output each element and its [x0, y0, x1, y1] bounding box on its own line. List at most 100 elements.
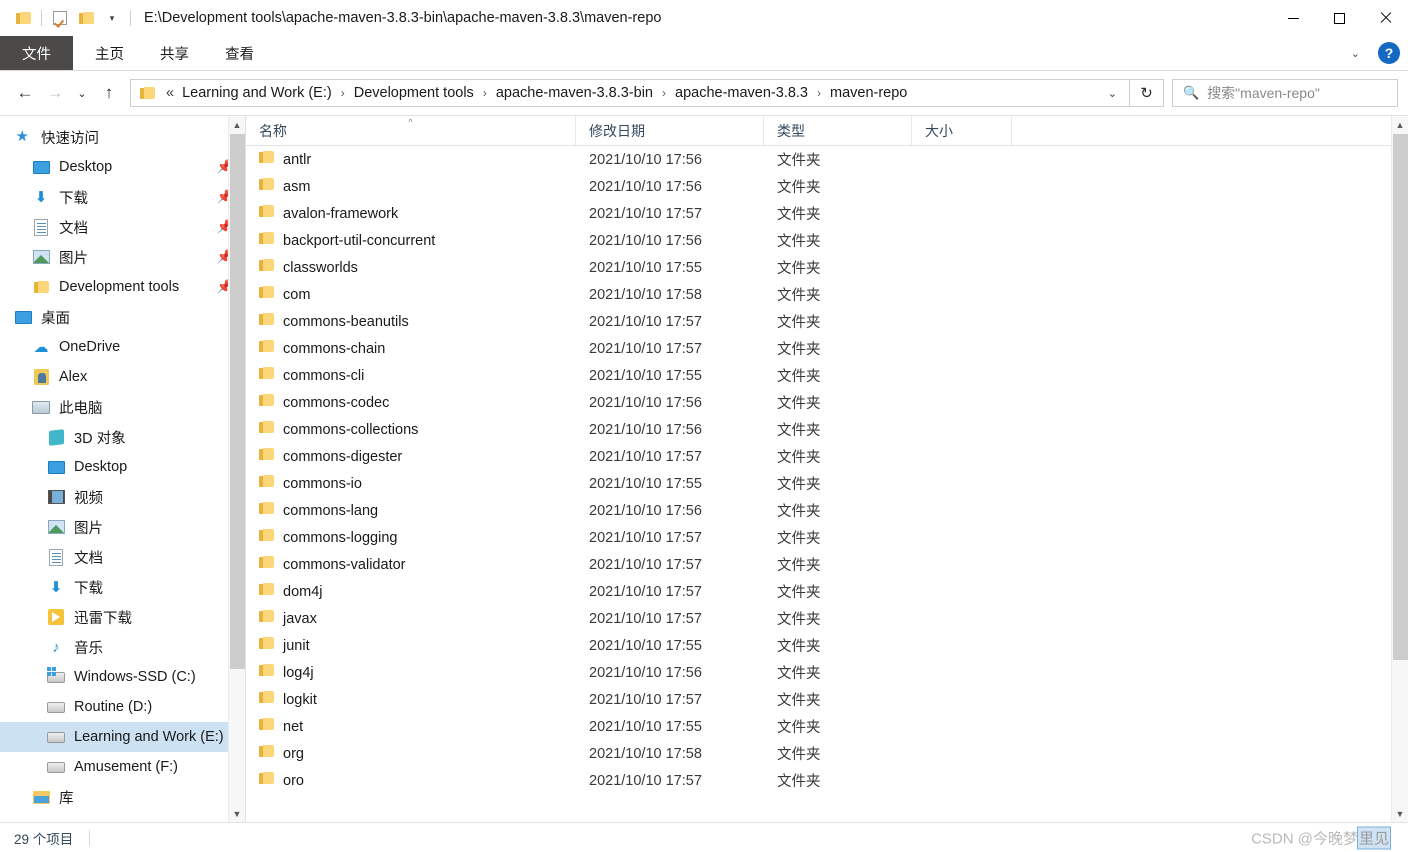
cell-type: 文件夹	[777, 180, 821, 196]
table-row[interactable]: javax 2021/10/10 17:57 文件夹	[246, 605, 1408, 632]
folder-icon[interactable]	[10, 5, 36, 31]
sidebar-item-thunder-downloads[interactable]: 迅雷下载	[0, 602, 245, 632]
sidebar-item-drive-f[interactable]: Amusement (F:)	[0, 752, 245, 782]
sidebar-item-documents[interactable]: 文档 📌	[0, 212, 245, 242]
scrollbar-thumb[interactable]	[1393, 134, 1408, 660]
breadcrumb-separator-2[interactable]: ›	[657, 86, 671, 100]
table-row[interactable]: backport-util-concurrent 2021/10/10 17:56…	[246, 227, 1408, 254]
column-header-date[interactable]: 修改日期	[576, 116, 764, 145]
document-icon	[45, 547, 67, 567]
tab-share[interactable]: 共享	[142, 36, 207, 70]
sidebar-item-desktop-root[interactable]: 桌面	[0, 302, 245, 332]
table-row[interactable]: commons-logging 2021/10/10 17:57 文件夹	[246, 524, 1408, 551]
sidebar-item-development-tools[interactable]: Development tools 📌	[0, 272, 245, 302]
close-button[interactable]	[1362, 0, 1408, 36]
sidebar-item-desktop-pc[interactable]: Desktop	[0, 452, 245, 482]
tab-file[interactable]: 文件	[0, 36, 73, 70]
breadcrumb-item-1[interactable]: Development tools	[350, 83, 478, 103]
navigation-pane-scrollbar[interactable]: ▲ ▼	[228, 116, 245, 822]
sidebar-item-drive-c[interactable]: Windows-SSD (C:)	[0, 662, 245, 692]
table-row[interactable]: asm 2021/10/10 17:56 文件夹	[246, 173, 1408, 200]
folder-icon	[259, 367, 274, 384]
sidebar-item-drive-d[interactable]: Routine (D:)	[0, 692, 245, 722]
sidebar-item-videos[interactable]: 视频	[0, 482, 245, 512]
tab-home[interactable]: 主页	[77, 36, 142, 70]
sidebar-item-libraries[interactable]: 库	[0, 782, 245, 812]
chevron-down-icon[interactable]: ⌄	[1345, 47, 1366, 60]
recent-locations-icon[interactable]: ⌄	[70, 78, 94, 108]
scroll-up-icon[interactable]: ▲	[1392, 116, 1408, 133]
refresh-button[interactable]: ↻	[1130, 79, 1164, 107]
table-row[interactable]: commons-validator 2021/10/10 17:57 文件夹	[246, 551, 1408, 578]
table-row[interactable]: logkit 2021/10/10 17:57 文件夹	[246, 686, 1408, 713]
help-icon[interactable]: ?	[1378, 42, 1400, 64]
sidebar-item-this-pc[interactable]: 此电脑	[0, 392, 245, 422]
document-icon	[30, 217, 52, 237]
table-row[interactable]: com 2021/10/10 17:58 文件夹	[246, 281, 1408, 308]
search-input[interactable]	[1207, 85, 1387, 101]
sidebar-item-quick-access[interactable]: 快速访问	[0, 122, 245, 152]
table-row[interactable]: commons-digester 2021/10/10 17:57 文件夹	[246, 443, 1408, 470]
sidebar-item-label: 迅雷下载	[74, 610, 132, 627]
sidebar-item-desktop[interactable]: Desktop 📌	[0, 152, 245, 182]
properties-checkbox-icon[interactable]	[47, 5, 73, 31]
breadcrumb-separator-0[interactable]: ›	[336, 86, 350, 100]
table-row[interactable]: commons-chain 2021/10/10 17:57 文件夹	[246, 335, 1408, 362]
sidebar-item-onedrive[interactable]: ☁ OneDrive	[0, 332, 245, 362]
sidebar-item-downloads[interactable]: ⬇ 下载 📌	[0, 182, 245, 212]
breadcrumb-item-4[interactable]: maven-repo	[826, 83, 911, 103]
breadcrumb-item-2[interactable]: apache-maven-3.8.3-bin	[492, 83, 657, 103]
breadcrumb-separator-1[interactable]: ›	[478, 86, 492, 100]
table-row[interactable]: antlr 2021/10/10 17:56 文件夹	[246, 146, 1408, 173]
table-row[interactable]: avalon-framework 2021/10/10 17:57 文件夹	[246, 200, 1408, 227]
column-header-name[interactable]: ^ 名称	[246, 116, 576, 145]
sidebar-item-pictures-pc[interactable]: 图片	[0, 512, 245, 542]
search-box[interactable]: 🔍	[1172, 79, 1398, 107]
file-list-scrollbar[interactable]: ▲ ▼	[1391, 116, 1408, 822]
new-folder-icon[interactable]	[73, 5, 99, 31]
table-row[interactable]: commons-collections 2021/10/10 17:56 文件夹	[246, 416, 1408, 443]
table-row[interactable]: dom4j 2021/10/10 17:57 文件夹	[246, 578, 1408, 605]
tab-view[interactable]: 查看	[207, 36, 272, 70]
table-row[interactable]: oro 2021/10/10 17:57 文件夹	[246, 767, 1408, 794]
customize-toolbar-caret-icon[interactable]: ▾	[99, 5, 125, 31]
column-header-size[interactable]: 大小	[912, 116, 1012, 145]
up-button[interactable]: ↑	[94, 78, 124, 108]
sidebar-item-alex[interactable]: Alex	[0, 362, 245, 392]
table-row[interactable]: commons-codec 2021/10/10 17:56 文件夹	[246, 389, 1408, 416]
table-row[interactable]: log4j 2021/10/10 17:56 文件夹	[246, 659, 1408, 686]
address-dropdown-icon[interactable]: ⌄	[1096, 80, 1129, 106]
table-row[interactable]: org 2021/10/10 17:58 文件夹	[246, 740, 1408, 767]
sidebar-item-music[interactable]: ♪ 音乐	[0, 632, 245, 662]
file-name: commons-cli	[283, 367, 365, 384]
table-row[interactable]: commons-lang 2021/10/10 17:56 文件夹	[246, 497, 1408, 524]
sidebar-item-documents-pc[interactable]: 文档	[0, 542, 245, 572]
back-button[interactable]: ←	[10, 78, 40, 108]
scroll-down-icon[interactable]: ▼	[1392, 805, 1408, 822]
breadcrumb-overflow-icon[interactable]: «	[162, 83, 178, 103]
breadcrumb-separator-3[interactable]: ›	[812, 86, 826, 100]
table-row[interactable]: classworlds 2021/10/10 17:55 文件夹	[246, 254, 1408, 281]
table-row[interactable]: net 2021/10/10 17:55 文件夹	[246, 713, 1408, 740]
table-row[interactable]: junit 2021/10/10 17:55 文件夹	[246, 632, 1408, 659]
minimize-button[interactable]	[1270, 0, 1316, 36]
sidebar-item-3d-objects[interactable]: 3D 对象	[0, 422, 245, 452]
sidebar-item-pictures[interactable]: 图片 📌	[0, 242, 245, 272]
sidebar-item-downloads-pc[interactable]: ⬇ 下载	[0, 572, 245, 602]
window-controls	[1270, 0, 1408, 36]
maximize-button[interactable]	[1316, 0, 1362, 36]
column-header-type[interactable]: 类型	[764, 116, 912, 145]
breadcrumb-item-3[interactable]: apache-maven-3.8.3	[671, 83, 812, 103]
sidebar-item-label: 图片	[74, 520, 103, 537]
scrollbar-thumb[interactable]	[230, 134, 245, 669]
breadcrumb-item-0[interactable]: Learning and Work (E:)	[178, 83, 336, 103]
scroll-up-icon[interactable]: ▲	[229, 116, 245, 133]
address-bar[interactable]: « Learning and Work (E:) › Development t…	[130, 79, 1130, 107]
forward-button[interactable]: →	[40, 78, 70, 108]
table-row[interactable]: commons-beanutils 2021/10/10 17:57 文件夹	[246, 308, 1408, 335]
download-icon: ⬇	[49, 578, 63, 596]
table-row[interactable]: commons-cli 2021/10/10 17:55 文件夹	[246, 362, 1408, 389]
table-row[interactable]: commons-io 2021/10/10 17:55 文件夹	[246, 470, 1408, 497]
scroll-down-icon[interactable]: ▼	[229, 805, 245, 822]
sidebar-item-drive-e[interactable]: Learning and Work (E:)	[0, 722, 245, 752]
